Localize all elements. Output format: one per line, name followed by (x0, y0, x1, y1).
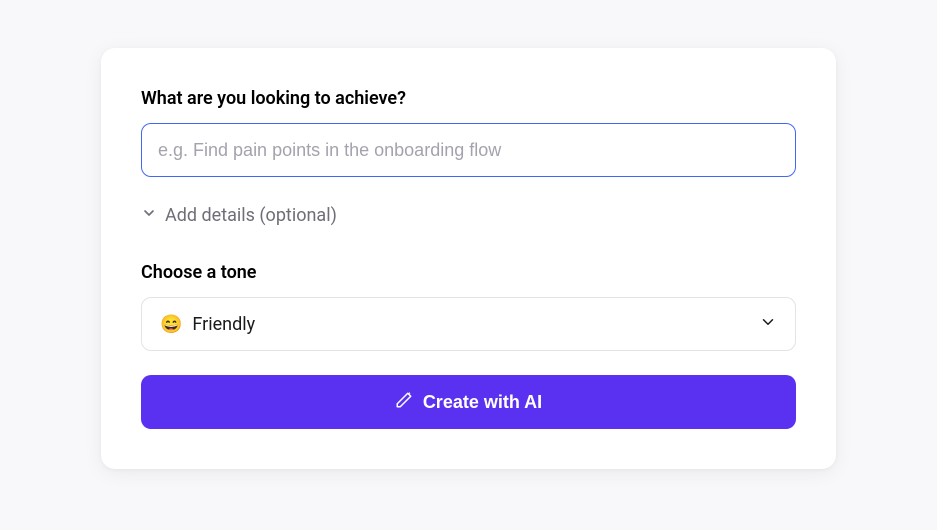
form-card: What are you looking to achieve? Add det… (101, 48, 836, 469)
add-details-toggle[interactable]: Add details (optional) (141, 205, 796, 226)
tone-select[interactable]: 😄 Friendly (141, 297, 796, 351)
tone-selected: 😄 Friendly (160, 314, 255, 335)
add-details-label: Add details (optional) (165, 205, 337, 226)
create-button-label: Create with AI (423, 392, 542, 413)
tone-selected-label: Friendly (192, 314, 255, 335)
goal-label: What are you looking to achieve? (141, 88, 796, 109)
tone-emoji: 😄 (160, 314, 182, 335)
tone-label: Choose a tone (141, 262, 796, 283)
create-with-ai-button[interactable]: Create with AI (141, 375, 796, 429)
magic-pencil-icon (395, 391, 413, 414)
chevron-down-icon (141, 205, 157, 226)
goal-input[interactable] (141, 123, 796, 177)
chevron-down-icon (759, 313, 777, 335)
